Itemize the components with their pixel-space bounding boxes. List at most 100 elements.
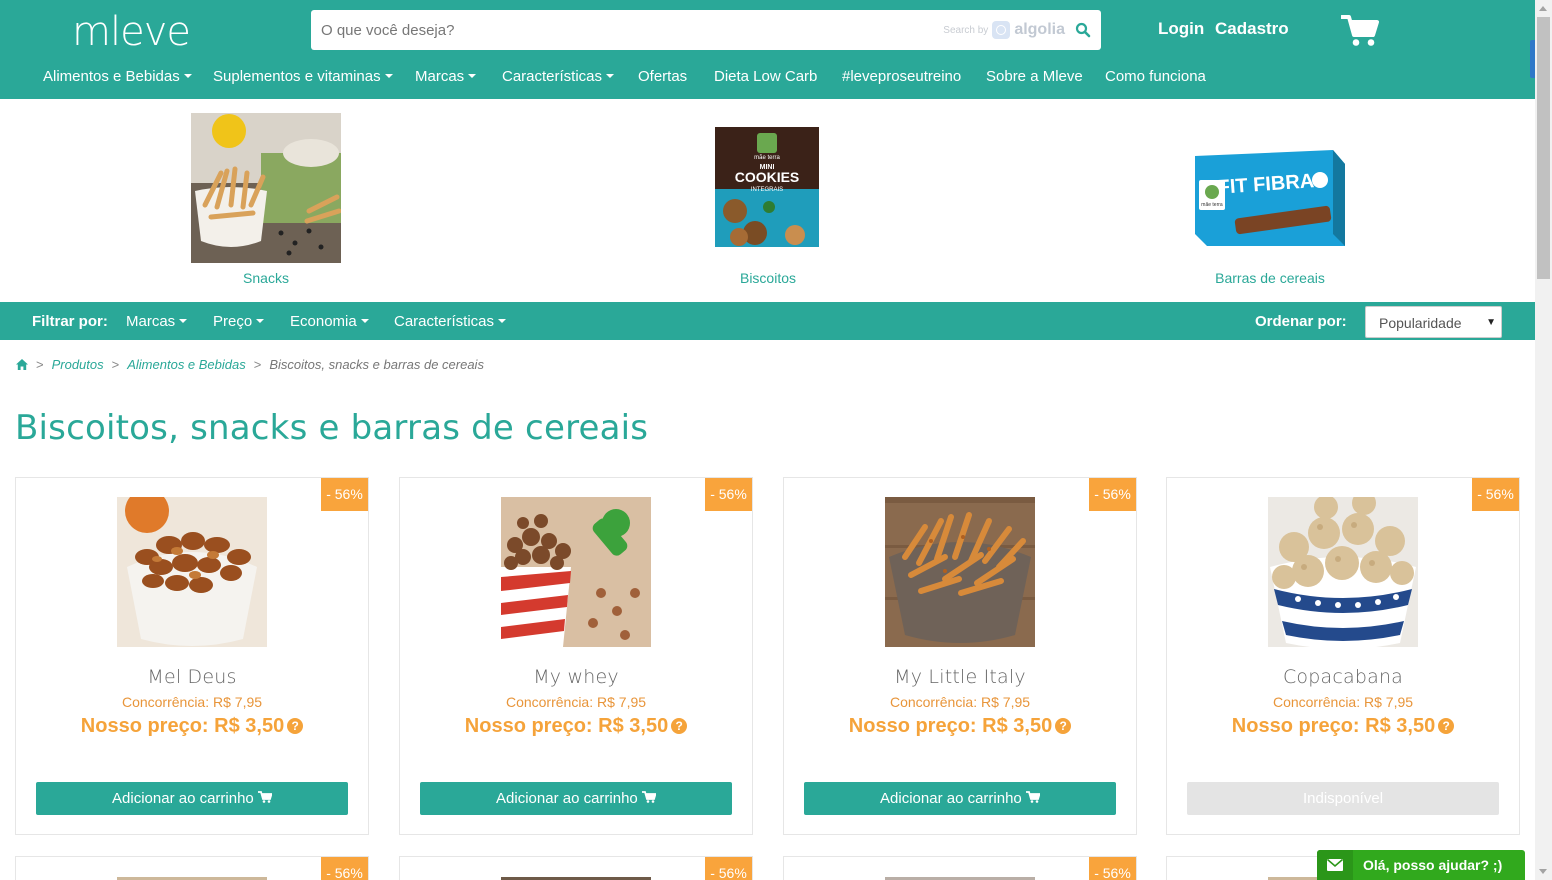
discount-badge: - 56% [321, 857, 368, 880]
category-biscoitos-link[interactable]: Biscoitos [668, 270, 868, 286]
chat-widget[interactable]: Olá, posso ajudar? ;) [1317, 850, 1525, 880]
cereal-bar-box: mãe terra FIT FIBRAS [1195, 150, 1345, 246]
filter-economia[interactable]: Economia [290, 313, 369, 330]
snacks-photo [191, 113, 342, 263]
product-card[interactable]: - 56% [15, 856, 369, 880]
login-link[interactable]: Login [1158, 19, 1204, 39]
question-icon[interactable]: ? [1055, 718, 1072, 734]
product-card[interactable]: - 56% My Little Italy Concorrência: R$ 7… [783, 477, 1137, 835]
our-price-text: Nosso preço: R$ 3,50 [80, 715, 285, 737]
add-to-cart-button[interactable]: Adicionar ao carrinho [804, 782, 1116, 815]
filter-preco[interactable]: Preço [213, 313, 265, 330]
competitor-price: Concorrência: R$ 7,95 [889, 694, 1031, 710]
nav-caracteristicas[interactable]: Características [502, 68, 615, 85]
caret-down-icon [256, 319, 265, 323]
unavailable-button: Indisponível [1187, 782, 1499, 815]
category-biscoitos-image[interactable]: mãe terra MINI COOKIES INTEGRAIS [715, 127, 819, 247]
nav-como-funciona[interactable]: Como funciona [1105, 68, 1206, 85]
question-icon[interactable]: ? [1438, 718, 1455, 734]
product-name[interactable]: Mel Deus [16, 666, 368, 688]
our-price-text: Nosso preço: R$ 3,50 [1231, 715, 1436, 737]
product-card[interactable]: - 56% [399, 856, 753, 880]
product-card[interactable]: - 56% My whey Concorrência: R$ 7,95 Noss… [399, 477, 753, 835]
competitor-price: Concorrência: R$ 7,95 [121, 694, 263, 710]
nav-dieta-low-carb[interactable]: Dieta Low Carb [714, 68, 817, 85]
caret-down-icon [183, 74, 192, 78]
copacabana-photo [1268, 497, 1418, 647]
question-icon[interactable]: ? [287, 718, 304, 734]
our-price: Nosso preço: R$ 3,50? [784, 715, 1136, 738]
product-card[interactable]: - 56% [783, 856, 1137, 880]
filter-bar: Filtrar por: Marcas Preço Economia Carac… [0, 302, 1535, 340]
cart-icon [1025, 791, 1041, 803]
caret-down-icon [179, 319, 188, 323]
breadcrumb-separator: > [111, 357, 120, 372]
scroll-up-arrow-icon[interactable] [1539, 6, 1547, 11]
breadcrumb-separator: > [36, 357, 44, 372]
cookies-line3-text: INTEGRAIS [751, 187, 783, 193]
product-card[interactable]: - 56% Mel Deus Concorrência: R$ 7,95 Nos… [15, 477, 369, 835]
discount-badge: - 56% [1089, 478, 1136, 511]
question-icon[interactable]: ? [671, 718, 688, 734]
product-image[interactable] [117, 497, 267, 647]
sort-selected-value: Popularidade [1379, 315, 1462, 331]
cookies-package: mãe terra MINI COOKIES INTEGRAIS [715, 127, 819, 247]
chat-icon-box [1317, 850, 1353, 880]
category-barras-link[interactable]: Barras de cereais [1170, 270, 1370, 286]
nav-marcas[interactable]: Marcas [415, 68, 477, 85]
category-barras-image[interactable]: mãe terra FIT FIBRAS [1195, 150, 1347, 246]
product-name[interactable]: My Little Italy [784, 666, 1136, 688]
competitor-price: Concorrência: R$ 7,95 [505, 694, 647, 710]
page-scrollbar[interactable] [1535, 0, 1552, 880]
category-snacks-image[interactable] [191, 113, 342, 263]
nav-ofertas[interactable]: Ofertas [638, 68, 687, 85]
chat-label: Olá, posso ajudar? ;) [1363, 857, 1503, 873]
add-to-cart-label: Adicionar ao carrinho [880, 790, 1022, 807]
mel-deus-photo [117, 497, 267, 647]
competitor-price: Concorrência: R$ 7,95 [1272, 694, 1414, 710]
my-whey-photo [501, 497, 651, 647]
search-by-label: Search by [943, 24, 989, 36]
filter-by-label: Filtrar por: [32, 313, 108, 330]
caret-down-icon [498, 319, 507, 323]
product-card[interactable]: - 56% Copacabana Concorrência: R$ 7,95 N… [1166, 477, 1520, 835]
unavailable-label: Indisponível [1302, 790, 1384, 807]
signup-link[interactable]: Cadastro [1215, 19, 1289, 39]
filter-caracteristicas[interactable]: Características [394, 313, 507, 330]
nav-label: Características [502, 68, 603, 85]
breadcrumb-alimentos-bebidas[interactable]: Alimentos e Bebidas [127, 357, 246, 372]
product-image[interactable] [501, 497, 651, 647]
nav-label: Marcas [415, 68, 465, 85]
dropdown-arrow-icon: ▼ [1486, 317, 1496, 328]
discount-badge: - 56% [1472, 478, 1519, 511]
home-icon[interactable] [16, 359, 28, 370]
nav-alimentos-bebidas[interactable]: Alimentos e Bebidas [43, 68, 192, 85]
nav-sobre-mleve[interactable]: Sobre a Mleve [986, 68, 1083, 85]
product-image[interactable] [1268, 497, 1418, 647]
algolia-wordmark: algolia [1014, 21, 1065, 38]
add-to-cart-button[interactable]: Adicionar ao carrinho [420, 782, 732, 815]
search-icon[interactable] [1075, 22, 1091, 38]
add-to-cart-button[interactable]: Adicionar ao carrinho [36, 782, 348, 815]
breadcrumb-produtos[interactable]: Produtos [52, 357, 104, 372]
algolia-logo-icon [992, 21, 1011, 39]
shopping-cart-icon[interactable] [1341, 14, 1379, 48]
product-name[interactable]: Copacabana [1167, 666, 1519, 688]
nav-leveproseutreino[interactable]: #leveproseutreino [842, 68, 961, 85]
nav-suplementos[interactable]: Suplementos e vitaminas [213, 68, 393, 85]
sort-select[interactable]: Popularidade ▼ [1365, 306, 1502, 338]
search-provider-credit: Search by algolia [943, 21, 1065, 39]
mleve-logo[interactable]: mleve [72, 8, 191, 56]
scrollbar-thumb[interactable] [1537, 17, 1550, 279]
product-name[interactable]: My whey [400, 666, 752, 688]
search-input[interactable] [311, 10, 911, 50]
scroll-down-arrow-icon[interactable] [1539, 869, 1547, 874]
product-image[interactable] [885, 497, 1035, 647]
search-box: Search by algolia [311, 10, 1101, 50]
breadcrumb: > Produtos > Alimentos e Bebidas > Bisco… [16, 357, 484, 372]
category-snacks-link[interactable]: Snacks [166, 270, 366, 286]
caret-down-icon [468, 74, 477, 78]
discount-badge: - 56% [705, 478, 752, 511]
filter-label: Marcas [126, 313, 176, 330]
filter-marcas[interactable]: Marcas [126, 313, 188, 330]
